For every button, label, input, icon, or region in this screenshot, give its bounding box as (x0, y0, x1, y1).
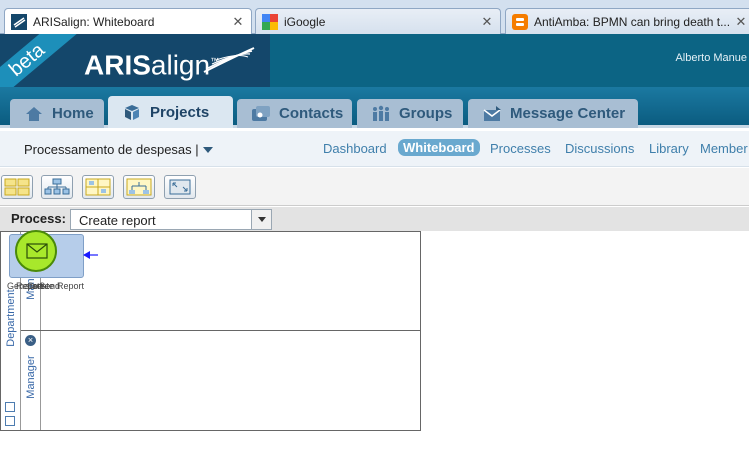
browser-tab-label: AntiAmba: BPMN can bring death t... (534, 14, 731, 29)
nav-tab-groups[interactable]: Groups (357, 99, 463, 128)
main-nav: Home Projects Contacts Groups Message Ce… (0, 87, 749, 128)
layout-grid-icon (4, 178, 30, 196)
pool-table-icon[interactable] (5, 416, 15, 426)
arrow-left-icon (83, 251, 98, 259)
org-chart-button[interactable] (41, 175, 73, 199)
fit-screen-icon (169, 179, 191, 195)
close-tab-icon[interactable]: ✕ (734, 14, 748, 30)
browser-tab-igoogle[interactable]: iGoogle ✕ (255, 8, 501, 34)
browser-tab-antiamba[interactable]: AntiAmba: BPMN can bring death t... ✕ (505, 8, 749, 34)
projects-icon (125, 105, 139, 120)
subnav-link-dashboard[interactable]: Dashboard (323, 141, 387, 156)
nav-tab-projects[interactable]: Projects (108, 96, 233, 128)
browser-tab-arisalign[interactable]: ARISalign: Whiteboard ✕ (4, 8, 252, 35)
process-label: Process: (11, 211, 66, 226)
element-label: Report (57, 281, 85, 291)
sub-nav: Processamento de despesas | Dashboard Wh… (0, 131, 749, 167)
lane-label: Manager (25, 355, 37, 399)
whiteboard-toolbar (0, 168, 749, 206)
org-chart-icon (44, 178, 70, 195)
fit-screen-button[interactable] (164, 175, 196, 199)
browser-tab-label: ARISalign: Whiteboard (33, 15, 155, 29)
dropdown-arrow-icon[interactable] (251, 210, 271, 229)
subnav-link-processes[interactable]: Processes (490, 141, 551, 156)
nav-tab-message-center[interactable]: Message Center (468, 99, 638, 128)
hierarchy-icon (126, 178, 152, 196)
igoogle-favicon-icon (262, 13, 278, 30)
nav-tab-label: Message Center (510, 105, 626, 122)
layout-grid-button[interactable] (1, 175, 33, 199)
hierarchy-button[interactable] (123, 175, 155, 199)
process-bar: Process: Create report (0, 207, 749, 231)
close-tab-icon[interactable]: ✕ (480, 14, 494, 30)
nav-tab-home[interactable]: Home (10, 99, 104, 128)
nav-tab-label: Home (52, 105, 94, 122)
project-name: Processamento de despesas | (24, 142, 199, 157)
blogger-favicon-icon (512, 13, 528, 30)
browser-tab-label: iGoogle (284, 14, 326, 29)
lane-label-strip: × Manager (21, 331, 41, 430)
whiteboard-canvas[interactable]: Department Manager × Manager Generate Re… (0, 230, 749, 460)
logo-swoosh-icon (203, 47, 255, 73)
chevron-down-icon[interactable] (202, 146, 213, 153)
browser-tab-bar: ARISalign: Whiteboard ✕ iGoogle ✕ AntiAm… (0, 0, 749, 35)
home-icon (26, 106, 42, 121)
beta-ribbon: beta (0, 34, 77, 87)
nav-tab-label: Groups (399, 105, 453, 122)
nav-tab-label: Contacts (279, 105, 344, 122)
arisalign-logo: ARISalign™ (84, 49, 220, 81)
nav-tab-label: Projects (150, 103, 210, 121)
logo-area[interactable]: beta ARISalign™ (0, 34, 270, 87)
pool-expand-icon[interactable] (5, 402, 15, 412)
subnav-link-member[interactable]: Member (700, 141, 748, 156)
swimlane-icon (85, 178, 111, 196)
message-center-icon (483, 105, 501, 121)
app-header: beta ARISalign™ Alberto Manue (0, 34, 749, 87)
subnav-link-discussions[interactable]: Discussions (565, 141, 634, 156)
pool-department[interactable]: Department Manager × Manager Generate Re… (0, 230, 421, 431)
nav-tab-contacts[interactable]: Contacts (237, 99, 352, 128)
arisalign-favicon-icon (11, 14, 27, 30)
swimlane-button[interactable] (82, 175, 114, 199)
message-start-event[interactable] (15, 230, 57, 272)
subnav-link-whiteboard[interactable]: Whiteboard (398, 139, 480, 156)
pool-label: Department (5, 289, 17, 347)
groups-icon (373, 105, 389, 121)
envelope-icon (26, 243, 48, 259)
close-icon[interactable]: × (25, 335, 36, 346)
process-select-value: Create report (79, 213, 156, 228)
process-select[interactable]: Create report (70, 209, 272, 230)
user-name[interactable]: Alberto Manue (675, 52, 747, 64)
project-selector[interactable]: Processamento de despesas | (24, 142, 213, 157)
close-tab-icon[interactable]: ✕ (231, 14, 245, 30)
lane-manager-2[interactable]: × Manager (21, 331, 420, 430)
subnav-link-library[interactable]: Library (649, 141, 689, 156)
contacts-icon (252, 105, 270, 121)
